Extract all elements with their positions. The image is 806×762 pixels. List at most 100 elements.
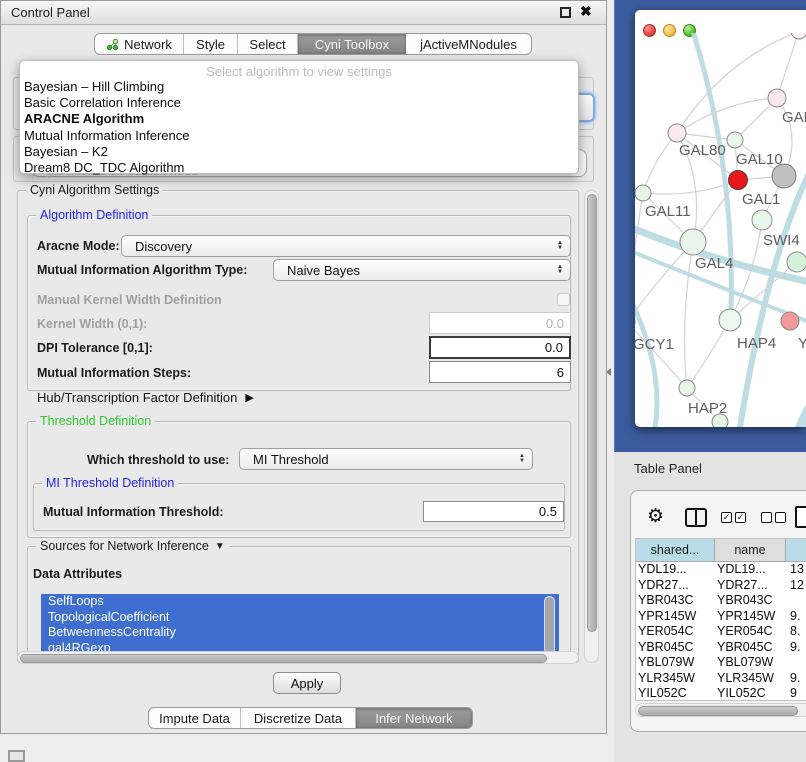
attribute-list-item[interactable]: TopologicalCoefficient: [41, 610, 559, 626]
tab-discretize-data[interactable]: Discretize Data: [241, 708, 356, 728]
column-header-partial[interactable]: [786, 539, 806, 562]
dropdown-item[interactable]: Dream8 DC_TDC Algorithm: [23, 160, 575, 176]
dpi-tolerance-field[interactable]: 0.0: [429, 336, 571, 359]
table-rows: YDL19...YDL19...13YDR27...YDR27...12YBR0…: [636, 562, 806, 701]
tab-jactivemnodules[interactable]: jActiveMNodules: [406, 34, 531, 54]
split-pane-collapse-arrow[interactable]: [606, 368, 611, 376]
mi-threshold-field[interactable]: 0.5: [423, 501, 564, 522]
svg-text:GAL1: GAL1: [742, 191, 780, 208]
unselect-all-columns-icon[interactable]: [761, 512, 772, 523]
dropdown-item[interactable]: Bayesian – Hill Climbing: [23, 79, 575, 95]
settings-vscrollbar-thumb[interactable]: [587, 194, 597, 632]
unselect-all-columns-icon2[interactable]: [775, 512, 786, 523]
dropdown-item[interactable]: ARACNE Algorithm: [23, 111, 575, 127]
node-gal80[interactable]: [668, 124, 686, 142]
svg-text:HAP2: HAP2: [688, 400, 727, 417]
apply-button[interactable]: Apply: [273, 672, 341, 694]
kernel-width-label: Kernel Width (0,1):: [37, 317, 147, 331]
settings-hscrollbar-track: [17, 651, 579, 664]
combo-arrows-icon: ▲▼: [557, 265, 563, 275]
tab-impute-data[interactable]: Impute Data: [149, 708, 241, 728]
table-cell: YIL052C: [717, 686, 786, 701]
tab-network[interactable]: Network: [95, 34, 184, 54]
tab-select[interactable]: Select: [238, 34, 298, 54]
table-row[interactable]: YLR345WYLR345W9.: [636, 671, 806, 687]
which-threshold-combo[interactable]: MI Threshold ▲▼: [239, 448, 533, 470]
node-gal4[interactable]: [680, 229, 706, 255]
gear-icon[interactable]: ⚙: [647, 505, 664, 528]
group-title: Algorithm Definition: [36, 208, 152, 222]
dropdown-item[interactable]: Bayesian – K2: [23, 144, 575, 160]
node-y-partial[interactable]: [781, 312, 799, 330]
tab-infer-network[interactable]: Infer Network: [356, 708, 472, 728]
mi-type-combo[interactable]: Naive Bayes ▲▼: [273, 259, 571, 281]
tab-style[interactable]: Style: [184, 34, 238, 54]
svg-text:GAL80: GAL80: [679, 142, 726, 159]
list-scrollbar-thumb[interactable]: [545, 597, 554, 653]
cyni-bottom-tabbar: Impute Data Discretize Data Infer Networ…: [148, 707, 473, 729]
network-nodes: [635, 33, 806, 427]
attribute-list-item[interactable]: BetweennessCentrality: [41, 625, 559, 641]
node-gal-partial[interactable]: [768, 89, 786, 107]
node-hap2[interactable]: [679, 380, 695, 396]
which-threshold-label: Which threshold to use:: [87, 453, 229, 467]
table-row[interactable]: YDR27...YDR27...12: [636, 578, 806, 594]
node-table: shared... name YDL19...YDL19...13YDR27..…: [635, 538, 806, 701]
node-hap4[interactable]: [719, 309, 741, 331]
table-row[interactable]: YBL079WYBL079W: [636, 655, 806, 671]
node-gal1-selected[interactable]: [729, 171, 748, 190]
column-header-shared-name[interactable]: shared...: [636, 539, 715, 562]
svg-text:GAL4: GAL4: [695, 255, 733, 272]
data-attributes-label: Data Attributes: [33, 567, 122, 581]
list-scrollbar-track: [544, 596, 555, 654]
settings-hscrollbar-thumb[interactable]: [20, 654, 547, 663]
hub-definition-expander[interactable]: Hub/Transcription Factor Definition ▶: [37, 389, 254, 405]
minimized-panel-icon[interactable]: [8, 750, 25, 762]
table-cell: YIL052C: [638, 686, 713, 701]
float-window-icon[interactable]: [560, 7, 571, 18]
tab-cyni-toolbox[interactable]: Cyni Toolbox: [298, 34, 406, 54]
table-row[interactable]: YPR145WYPR145W9.: [636, 609, 806, 625]
aracne-mode-combo[interactable]: Discovery ▲▼: [121, 235, 571, 257]
aracne-mode-label: Aracne Mode:: [37, 239, 120, 253]
select-all-columns-icon[interactable]: ✓: [721, 512, 732, 523]
export-table-icon[interactable]: [795, 506, 806, 528]
control-panel-tabbar: Network Style Select Cyni Toolbox jActiv…: [94, 33, 532, 55]
network-canvas[interactable]: GAL GAL80 GAL10 GAL1 GAL11 SWI4 GAL4 GCY…: [635, 33, 806, 427]
network-view-window: GAL GAL80 GAL10 GAL1 GAL11 SWI4 GAL4 GCY…: [635, 10, 806, 427]
node[interactable]: [791, 33, 806, 39]
kernel-width-field[interactable]: 0.0: [429, 312, 571, 334]
column-header-name[interactable]: name: [715, 539, 786, 562]
close-icon[interactable]: ✖: [580, 3, 592, 20]
table-row[interactable]: YBR043CYBR043C: [636, 593, 806, 609]
expander-right-icon: ▶: [245, 391, 253, 404]
table-cell: YBR045C: [717, 640, 786, 656]
node[interactable]: [787, 252, 806, 272]
table-row[interactable]: YDL19...YDL19...13: [636, 562, 806, 578]
expander-down-icon[interactable]: ▼: [215, 541, 225, 552]
attribute-list-item[interactable]: SelfLoops: [41, 594, 559, 610]
table-cell: 13: [790, 562, 806, 578]
mi-steps-field[interactable]: 6: [429, 361, 571, 383]
table-row[interactable]: YBR045CYBR045C9.: [636, 640, 806, 656]
table-cell: YBR045C: [638, 640, 713, 656]
window-title: Control Panel: [11, 5, 90, 20]
table-panel-title: Table Panel: [634, 461, 702, 476]
table-row[interactable]: YIL052CYIL052C9: [636, 686, 806, 701]
table-hscrollbar-track: [635, 703, 806, 717]
select-all-columns-icon2[interactable]: ✓: [735, 512, 746, 523]
data-attributes-list: SelfLoopsTopologicalCoefficientBetweenne…: [41, 594, 559, 656]
table-cell: YDR27...: [717, 578, 786, 594]
table-cell: YER054C: [717, 624, 786, 640]
show-columns-icon[interactable]: [685, 508, 707, 527]
svg-text:GAL11: GAL11: [645, 203, 691, 220]
dropdown-item[interactable]: Mutual Information Inference: [23, 128, 575, 144]
dropdown-item[interactable]: Basic Correlation Inference: [23, 95, 575, 111]
table-hscrollbar-thumb[interactable]: [638, 706, 798, 716]
node-swi4[interactable]: [752, 210, 772, 230]
manual-kernel-checkbox[interactable]: [557, 293, 570, 306]
table-row[interactable]: YER054CYER054C8.: [636, 624, 806, 640]
svg-text:GAL10: GAL10: [736, 151, 783, 168]
node-gal10[interactable]: [727, 132, 743, 148]
node-gal11[interactable]: [635, 185, 651, 201]
